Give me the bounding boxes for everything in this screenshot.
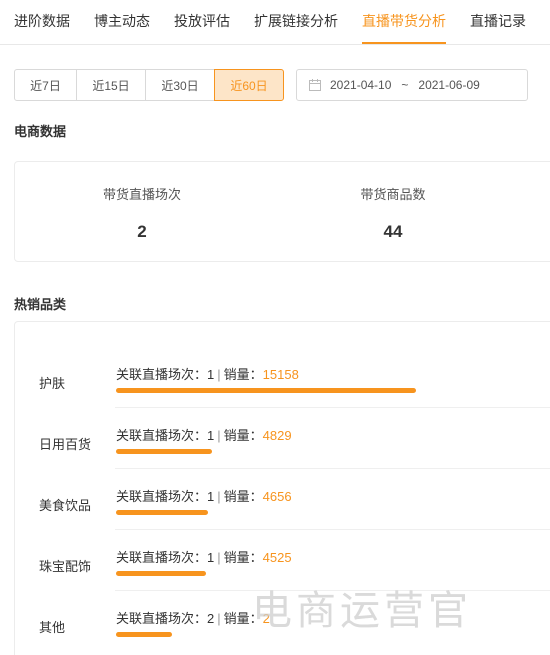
tab-live-commerce-analysis[interactable]: 直播带货分析 xyxy=(362,11,446,31)
info-separator: | xyxy=(217,367,221,382)
period-60-days-button[interactable]: 近60日 xyxy=(214,69,284,101)
tab-placement-evaluation[interactable]: 投放评估 xyxy=(174,11,230,31)
stat-live-sessions: 带货直播场次 2 xyxy=(62,184,222,242)
sales-label: 销量： xyxy=(223,611,263,626)
category-info: 关联直播场次：1 | 销量：4829 xyxy=(116,425,292,444)
sessions-count: 1 xyxy=(207,367,215,382)
category-info: 关联直播场次：1 | 销量：15158 xyxy=(116,364,299,383)
tab-advanced-data[interactable]: 进阶数据 xyxy=(14,11,70,31)
date-end: 2021-06-09 xyxy=(418,78,480,92)
category-info: 关联直播场次：1 | 销量：4525 xyxy=(116,547,292,566)
tab-bar: 进阶数据 博主动态 投放评估 扩展链接分析 直播带货分析 直播记录 xyxy=(0,0,550,45)
sessions-count: 2 xyxy=(207,611,215,626)
category-name: 美食饮品 xyxy=(39,498,92,513)
info-separator: | xyxy=(217,428,221,443)
sales-bar xyxy=(116,449,212,454)
period-30-days-button[interactable]: 近30日 xyxy=(145,69,215,101)
sessions-count: 1 xyxy=(207,489,215,504)
stat-label: 带货直播场次 xyxy=(102,187,181,202)
category-name: 护肤 xyxy=(39,376,66,391)
sales-label: 销量： xyxy=(223,367,263,382)
sessions-label: 关联直播场次： xyxy=(116,611,208,626)
period-selector: 近7日 近15日 近30日 近60日 xyxy=(14,69,284,101)
sessions-label: 关联直播场次： xyxy=(116,367,208,382)
stat-products-count: 带货商品数 44 xyxy=(313,184,473,242)
info-separator: | xyxy=(217,611,221,626)
sales-bar xyxy=(116,632,172,637)
stat-label: 带货商品数 xyxy=(360,187,426,202)
sales-bar xyxy=(116,388,416,393)
info-separator: | xyxy=(217,489,221,504)
tab-link-analysis[interactable]: 扩展链接分析 xyxy=(254,11,338,31)
sales-bar xyxy=(116,510,208,515)
sales-value: 4656 xyxy=(262,489,292,504)
info-separator: | xyxy=(217,550,221,565)
ecommerce-section-title: 电商数据 xyxy=(14,124,67,139)
hot-categories-card: 护肤 关联直播场次：1 | 销量：15158 日用百货 关联直播场次：1 | 销量：48… xyxy=(14,321,550,655)
date-range-picker[interactable]: 2021-04-10 ~ 2021-06-09 xyxy=(296,69,528,101)
period-15-days-button[interactable]: 近15日 xyxy=(76,69,146,101)
category-info: 关联直播场次：2 | 销量：2 xyxy=(116,608,270,627)
sessions-label: 关联直播场次： xyxy=(116,550,208,565)
sales-label: 销量： xyxy=(223,489,263,504)
sales-value: 4829 xyxy=(262,428,292,443)
active-tab-indicator xyxy=(362,42,446,44)
calendar-icon xyxy=(309,79,321,91)
category-name: 珠宝配饰 xyxy=(39,559,92,574)
stat-value: 44 xyxy=(383,222,403,241)
sales-bar xyxy=(116,571,206,576)
category-info: 关联直播场次：1 | 销量：4656 xyxy=(116,486,292,505)
sessions-count: 1 xyxy=(207,428,215,443)
category-row: 其他 关联直播场次：2 | 销量：2 xyxy=(15,591,550,652)
sessions-label: 关联直播场次： xyxy=(116,428,208,443)
category-row: 护肤 关联直播场次：1 | 销量：15158 xyxy=(15,347,550,408)
sales-label: 销量： xyxy=(223,550,263,565)
date-separator: ~ xyxy=(401,78,409,92)
ecommerce-stats-card: 带货直播场次 2 带货商品数 44 xyxy=(14,161,550,262)
stat-value: 2 xyxy=(137,222,147,241)
sales-value: 2 xyxy=(262,611,270,626)
period-7-days-button[interactable]: 近7日 xyxy=(14,69,77,101)
category-row: 珠宝配饰 关联直播场次：1 | 销量：4525 xyxy=(15,530,550,591)
date-start: 2021-04-10 xyxy=(330,78,392,92)
sales-label: 销量： xyxy=(223,428,263,443)
tab-live-records[interactable]: 直播记录 xyxy=(470,11,526,31)
sales-value: 15158 xyxy=(262,367,299,382)
sessions-count: 1 xyxy=(207,550,215,565)
tab-blogger-updates[interactable]: 博主动态 xyxy=(94,11,150,31)
sales-value: 4525 xyxy=(262,550,292,565)
category-name: 日用百货 xyxy=(39,437,92,452)
category-row: 日用百货 关联直播场次：1 | 销量：4829 xyxy=(15,408,550,469)
category-name: 其他 xyxy=(39,620,66,635)
sessions-label: 关联直播场次： xyxy=(116,489,208,504)
category-row: 美食饮品 关联直播场次：1 | 销量：4656 xyxy=(15,469,550,530)
hot-categories-section-title: 热销品类 xyxy=(14,297,67,312)
